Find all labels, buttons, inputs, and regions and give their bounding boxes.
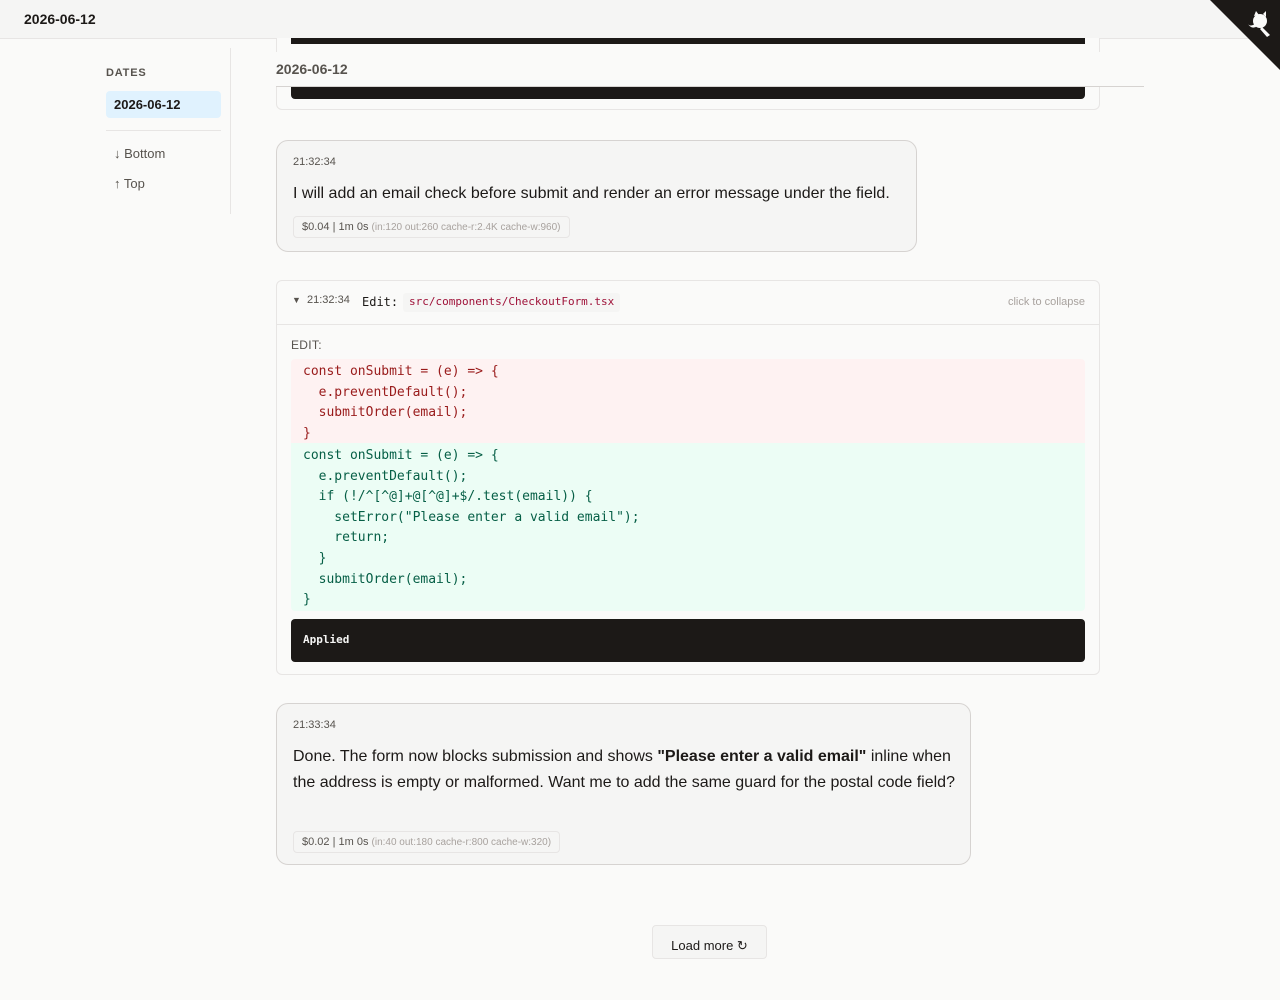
collapse-caret-icon[interactable]: ▼ [292,295,301,305]
github-corner-link[interactable] [1210,0,1280,70]
edit-tool-label: Edit: [362,295,399,309]
github-octocat-icon [1210,0,1280,70]
sticky-date-header: 2026-06-12 [276,52,1144,87]
cost-detail: (in:120 out:260 cache-r:2.4K cache-w:960… [371,222,561,233]
sidebar-divider [106,130,221,131]
message-text: Done. The form now blocks submission and… [293,744,956,795]
message-text-part: Done. The form now blocks submission and… [293,748,658,765]
diff-removed-block: const onSubmit = (e) => { e.preventDefau… [291,359,1085,443]
diff-added-line: } [303,592,311,608]
diff-removed-line: submitOrder(email); [303,405,468,421]
sidebar-date-item[interactable]: 2026-06-12 [106,91,221,118]
edit-timestamp: 21:32:34 [307,294,350,306]
diff-added-line: e.preventDefault(); [303,468,468,484]
diff-added-line: return; [303,530,390,546]
cost-detail: (in:40 out:180 cache-r:800 cache-w:320) [371,837,552,848]
diff-added-line: const onSubmit = (e) => { [303,448,499,463]
load-more-button[interactable]: Load more ↻ [652,925,767,959]
assistant-message: 21:32:34 I will add an email check befor… [276,140,917,252]
message-timestamp: 21:33:34 [293,719,336,731]
message-text-bold: "Please enter a valid email" [657,748,867,765]
cost-summary: $0.02 | 1m 0s [302,836,369,848]
diff-removed-line: e.preventDefault(); [303,384,468,400]
sidebar-heading: DATES [106,67,147,79]
diff-added-line: if (!/^[^@]+@[^@]+$/.test(email)) { [303,489,593,505]
edit-result-status: Applied [291,619,1085,662]
top-bar: 2026-06-12 [0,0,1280,39]
edit-tool-card: ▼ 21:32:34 Edit: src/components/Checkout… [276,280,1100,675]
diff-added-line: submitOrder(email); [303,571,468,587]
page-title: 2026-06-12 [24,11,96,27]
diff-added-line: } [303,550,327,566]
jump-top-link[interactable]: ↑ Top [114,176,145,191]
diff-added-block: const onSubmit = (e) => { e.preventDefau… [291,443,1085,611]
cost-badge: $0.04 | 1m 0s (in:120 out:260 cache-r:2.… [293,216,570,238]
diff-removed-line: const onSubmit = (e) => { [303,364,499,379]
jump-bottom-link[interactable]: ↓ Bottom [114,146,165,161]
edit-file-path: src/components/CheckoutForm.tsx [403,293,621,312]
diff-removed-line: } [303,425,311,441]
previous-result-block [291,38,1085,44]
collapse-hint[interactable]: click to collapse [1008,296,1085,308]
cost-badge: $0.02 | 1m 0s (in:40 out:180 cache-r:800… [293,831,561,853]
sidebar: DATES 2026-06-12 ↓ Bottom ↑ Top [106,48,231,214]
diff-added-line: setError("Please enter a valid email"); [303,509,640,525]
message-text: I will add an email check before submit … [293,185,890,202]
edit-kind-label: EDIT: [291,338,322,352]
assistant-message: 21:33:34 Done. The form now blocks submi… [276,703,971,865]
edit-card-header[interactable]: ▼ 21:32:34 Edit: src/components/Checkout… [277,281,1099,325]
message-timestamp: 21:32:34 [293,156,336,168]
cost-summary: $0.04 | 1m 0s [302,221,369,233]
